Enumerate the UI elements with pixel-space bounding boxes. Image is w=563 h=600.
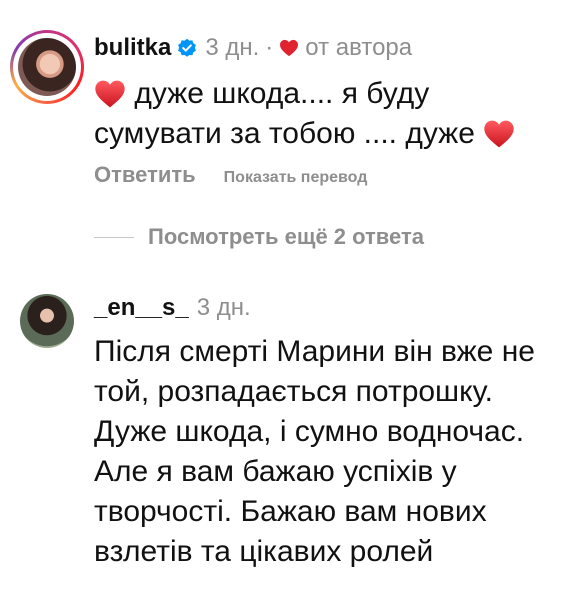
comment-meta: bulitka 3 дн. · от автора bbox=[94, 28, 412, 68]
heart-icon bbox=[483, 119, 515, 149]
heart-icon bbox=[279, 39, 299, 57]
comment-body: дуже шкода.... я буду сумувати за тобою … bbox=[94, 77, 475, 150]
verified-badge-icon bbox=[177, 38, 197, 58]
username[interactable]: _en__s_ bbox=[94, 294, 189, 322]
comment-actions: Ответить Показать перевод bbox=[94, 162, 367, 188]
comment-en-s: _en__s_ 3 дн. Після смерті Марини він вж… bbox=[0, 280, 563, 600]
view-more-replies-button[interactable]: Посмотреть ещё 2 ответа bbox=[94, 224, 424, 250]
comment-time: 3 дн. bbox=[205, 34, 260, 61]
avatar[interactable] bbox=[20, 294, 74, 348]
show-translation-button[interactable]: Показать перевод bbox=[224, 169, 368, 187]
comment-text: Після смерті Марини він вже не той, розп… bbox=[94, 335, 535, 568]
view-more-replies-label: Посмотреть ещё 2 ответа bbox=[148, 224, 424, 249]
heart-icon bbox=[94, 79, 126, 109]
comment-time: 3 дн. bbox=[196, 294, 251, 321]
reply-button[interactable]: Ответить bbox=[94, 162, 196, 188]
username[interactable]: bulitka bbox=[94, 34, 171, 62]
avatar[interactable] bbox=[18, 38, 76, 96]
comment-bulitka: bulitka 3 дн. · от автора дуже шкода....… bbox=[0, 0, 563, 200]
separator: · bbox=[265, 34, 274, 61]
divider bbox=[94, 236, 134, 238]
comment-meta: _en__s_ 3 дн. bbox=[94, 288, 251, 328]
comment-text: дуже шкода.... я буду сумувати за тобою … bbox=[94, 74, 554, 154]
liked-by-author-label: от автора bbox=[305, 34, 413, 61]
